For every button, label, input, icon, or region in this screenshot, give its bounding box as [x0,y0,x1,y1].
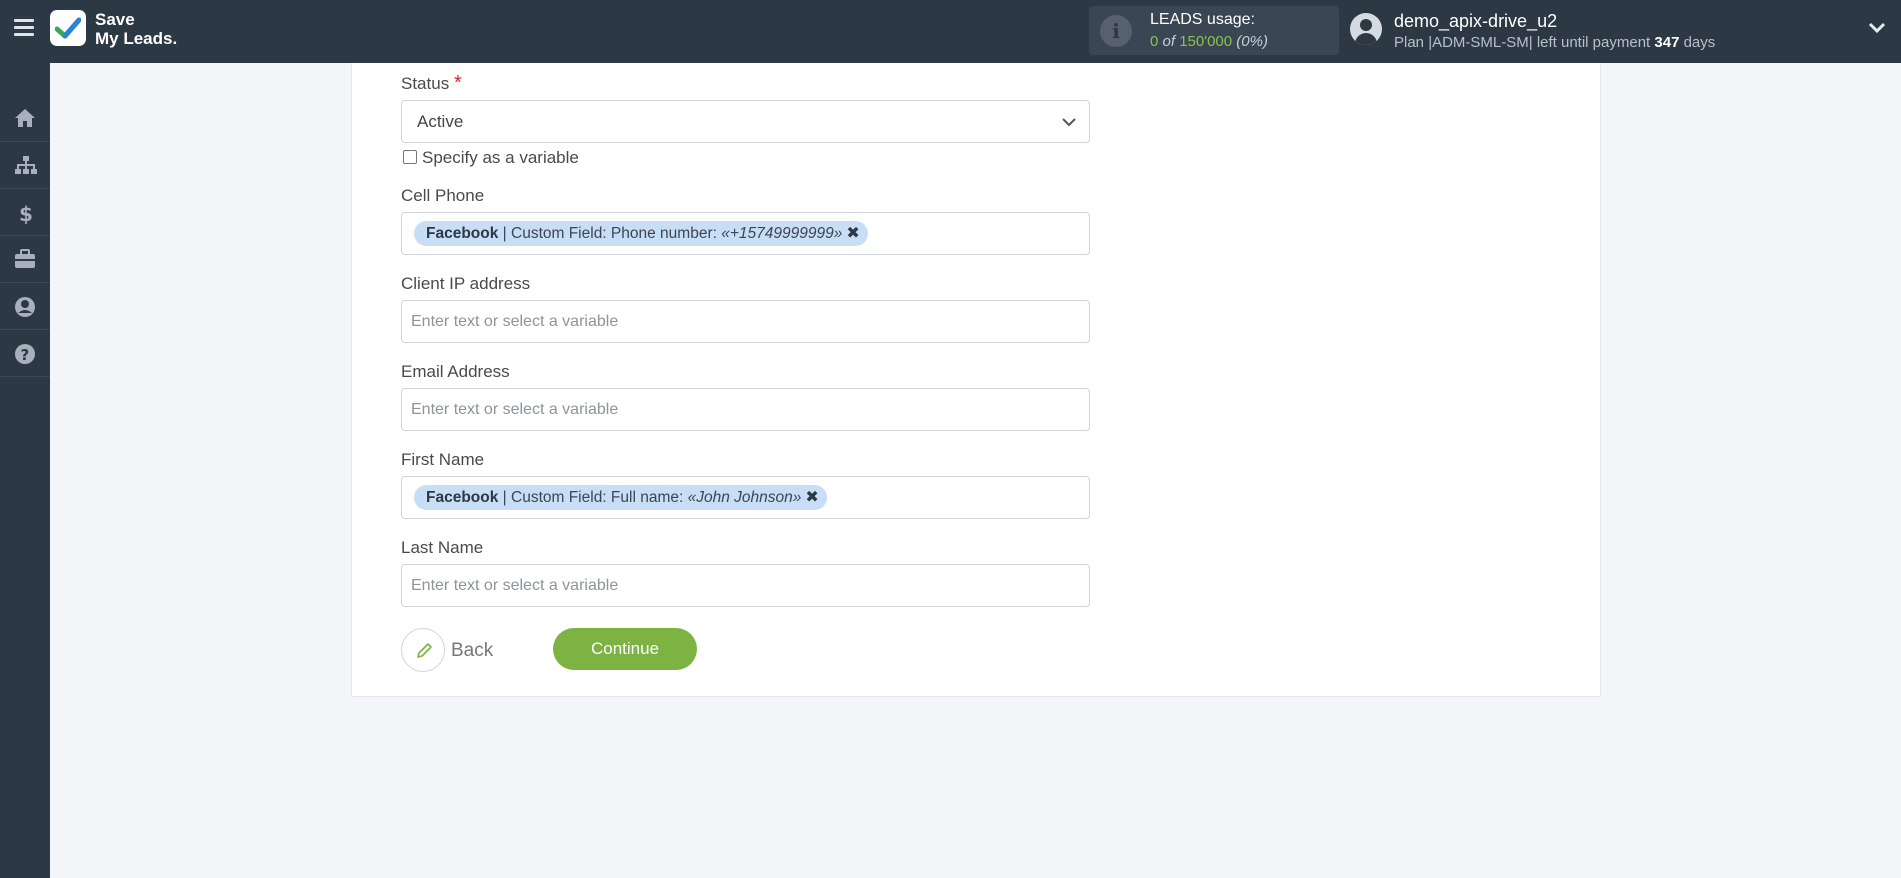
required-mark: * [453,72,462,94]
logo-icon [50,10,86,46]
sitemap-icon [15,156,37,174]
cell-phone-field[interactable]: Facebook | Custom Field: Phone number: «… [401,212,1090,255]
plan-info: Plan |ADM-SML-SM| left until payment 347… [1394,34,1716,51]
status-select[interactable]: Active [401,100,1090,143]
remove-tag-icon[interactable]: ✖ [846,225,859,242]
specify-variable-row[interactable]: Specify as a variable [403,148,579,168]
sidebar-item-tools[interactable] [0,236,50,283]
specify-variable-label: Specify as a variable [422,148,579,167]
last-name-field[interactable]: Enter text or select a variable [401,564,1090,607]
variable-tag: Facebook | Custom Field: Full name: «Joh… [414,485,827,510]
sidebar: $ ? [0,63,50,878]
specify-variable-checkbox[interactable] [403,150,417,164]
sidebar-item-home[interactable] [0,95,50,142]
remove-tag-icon[interactable]: ✖ [805,489,818,506]
back-button[interactable] [401,628,445,672]
info-icon[interactable]: i [1100,15,1132,47]
sidebar-item-help[interactable]: ? [0,330,50,377]
first-name-field[interactable]: Facebook | Custom Field: Full name: «Joh… [401,476,1090,519]
sidebar-item-connections[interactable] [0,142,50,189]
menu-icon[interactable] [14,19,34,37]
user-circle-icon [15,297,35,317]
svg-text:$: $ [19,202,33,224]
briefcase-icon [15,249,35,268]
email-field[interactable]: Enter text or select a variable [401,388,1090,431]
pencil-icon [417,643,432,658]
user-name[interactable]: demo_apix-drive_u2 [1394,11,1557,32]
first-name-label: First Name [401,450,485,469]
variable-tag: Facebook | Custom Field: Phone number: «… [414,221,868,246]
client-ip-label: Client IP address [401,274,531,293]
last-name-label: Last Name [401,538,484,557]
email-label: Email Address [401,362,510,381]
chevron-down-icon [1062,118,1076,127]
status-label: Status * [401,72,462,94]
back-label[interactable]: Back [451,640,493,662]
sidebar-item-profile[interactable] [0,283,50,330]
leads-usage-value: 0 of 150'000 (0%) [1150,33,1268,50]
svg-text:?: ? [21,346,30,364]
chevron-down-icon[interactable] [1868,22,1886,34]
logo-text: Save My Leads. [95,10,178,48]
dollar-icon: $ [19,202,33,224]
avatar[interactable] [1350,13,1382,45]
home-icon [15,109,35,127]
client-ip-field[interactable]: Enter text or select a variable [401,300,1090,343]
continue-button[interactable]: Continue [553,628,697,670]
leads-usage-panel: i LEADS usage: 0 of 150'000 (0%) [1089,6,1339,55]
sidebar-item-billing[interactable]: $ [0,189,50,236]
help-icon: ? [15,344,35,364]
top-bar: Save My Leads. i LEADS usage: 0 of 150'0… [0,0,1901,63]
status-value: Active [417,112,464,131]
leads-usage-title: LEADS usage: [1150,11,1255,28]
cell-phone-label: Cell Phone [401,186,485,205]
